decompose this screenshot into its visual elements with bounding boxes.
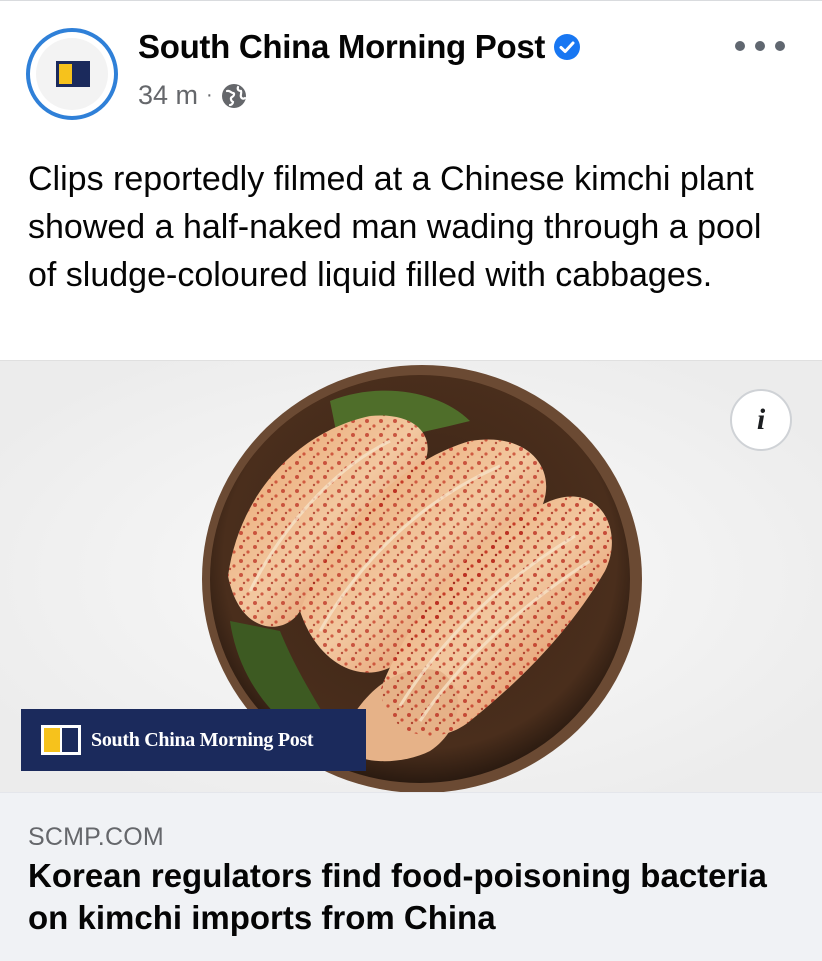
watermark-text: South China Morning Post bbox=[91, 728, 314, 751]
meta-separator: · bbox=[206, 84, 213, 106]
avatar-background bbox=[36, 38, 108, 110]
link-preview[interactable]: SCMP.COM Korean regulators find food-poi… bbox=[0, 792, 822, 961]
more-dot-icon bbox=[735, 41, 745, 51]
verified-badge-icon bbox=[554, 34, 581, 60]
link-domain: SCMP.COM bbox=[28, 823, 164, 851]
scmp-logo-icon bbox=[41, 725, 81, 755]
post-image[interactable]: i South China Morning Post bbox=[0, 360, 822, 793]
page-name-text[interactable]: South China Morning Post bbox=[138, 28, 545, 66]
page-avatar[interactable] bbox=[26, 28, 118, 120]
link-headline[interactable]: Korean regulators find food-poisoning ba… bbox=[28, 855, 808, 939]
info-button[interactable]: i bbox=[730, 389, 792, 451]
post-meta: 34 m · bbox=[138, 80, 247, 111]
more-dot-icon bbox=[775, 41, 785, 51]
globe-icon[interactable] bbox=[221, 83, 247, 109]
more-dot-icon bbox=[755, 41, 765, 51]
scmp-watermark: South China Morning Post bbox=[21, 709, 366, 771]
post-header: South China Morning Post 34 m · bbox=[0, 0, 822, 140]
page-name[interactable]: South China Morning Post bbox=[138, 28, 581, 66]
post-text: Clips reportedly filmed at a Chinese kim… bbox=[28, 160, 762, 294]
post-timestamp[interactable]: 34 m bbox=[138, 80, 198, 111]
more-options-button[interactable] bbox=[735, 32, 785, 60]
scmp-logo-icon bbox=[56, 61, 90, 87]
